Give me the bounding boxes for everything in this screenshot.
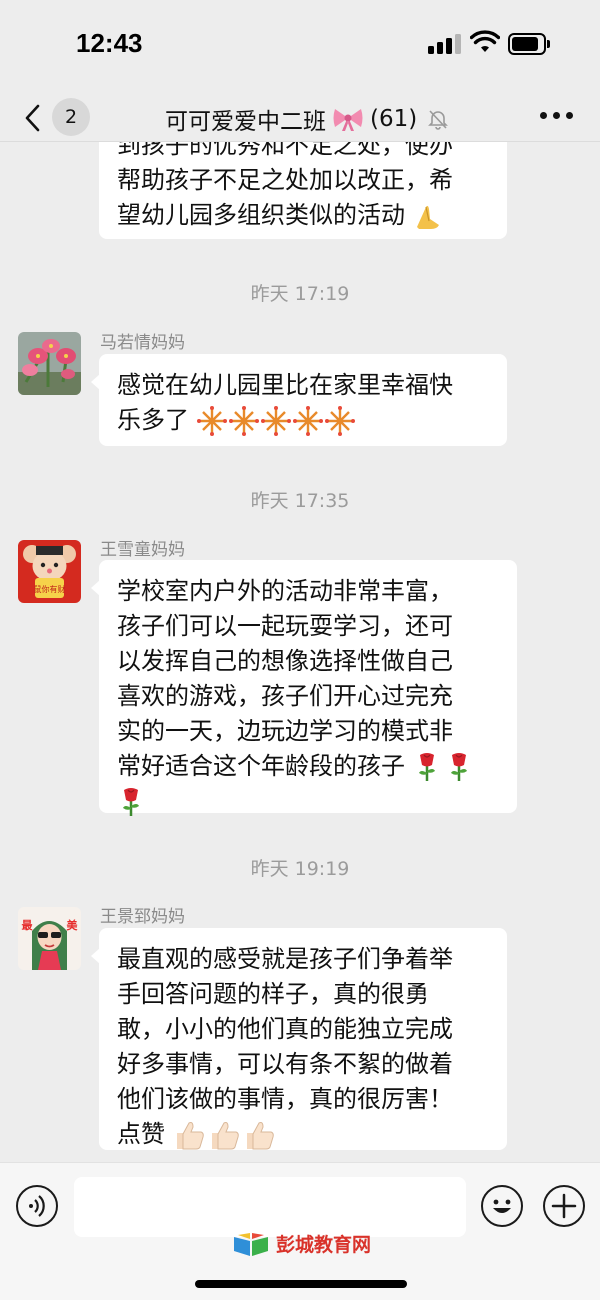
- sender-name: 马若情妈妈: [100, 333, 185, 353]
- chat-message-list[interactable]: 到孩子的优秀和不足之处，使办 帮助孩子不足之处加以改正，希 望幼儿园多组织类似的…: [0, 142, 600, 1162]
- message-line: 好多事情，可以有条不絮的做着: [117, 1050, 453, 1078]
- input-bar: 彭城教育网: [0, 1162, 600, 1300]
- flower-avatar-image: [18, 332, 81, 395]
- message-line: 点赞: [117, 1120, 165, 1148]
- avatar[interactable]: 最 美: [18, 907, 81, 970]
- unread-count-badge: 2: [52, 98, 90, 136]
- message-line: 乐多了: [117, 406, 189, 434]
- rose-emoji-icon: [413, 751, 477, 783]
- mouse-cartoon-avatar-image: 鼠你有财: [18, 540, 81, 603]
- more-options-button[interactable]: [540, 112, 574, 122]
- chat-header: 2 可可爱爱中二班 (61): [0, 92, 600, 142]
- status-time: 12:43: [76, 28, 143, 58]
- thumbs-up-emoji-icon: [173, 1120, 277, 1150]
- chat-title[interactable]: 可可爱爱中二班 (61): [165, 102, 449, 136]
- more-functions-button[interactable]: [543, 1185, 585, 1227]
- fireworks-emoji-icon: [196, 406, 357, 436]
- message-line: 以发挥自己的想像选择性做自己: [117, 647, 453, 675]
- message-line: 手回答问题的样子，真的很勇: [117, 980, 429, 1008]
- bow-emoji-icon: [333, 109, 363, 131]
- message-line: 实的一天，边玩边学习的模式非: [117, 717, 453, 745]
- cellular-signal-icon: [428, 34, 462, 54]
- message-line: 帮助孩子不足之处加以改正，希: [117, 166, 453, 194]
- message-bubble[interactable]: 感觉在幼儿园里比在家里幸福快 乐多了: [91, 354, 507, 446]
- book-logo-icon: [234, 1233, 268, 1256]
- message-line: 到孩子的优秀和不足之处，使办: [117, 142, 453, 159]
- sender-name: 王景郅妈妈: [100, 907, 185, 927]
- voice-wave-icon: [29, 1195, 45, 1217]
- watermark-text: 彭城教育网: [276, 1233, 372, 1256]
- back-button[interactable]: 2: [20, 98, 90, 136]
- timestamp: 昨天 17:35: [250, 490, 350, 512]
- avatar[interactable]: 鼠你有财: [18, 540, 81, 603]
- status-bar: 12:43: [0, 0, 600, 92]
- message-line: 感觉在幼儿园里比在家里幸福快: [117, 371, 453, 399]
- mute-bell-icon: [428, 110, 449, 130]
- message-bubble[interactable]: 到孩子的优秀和不足之处，使办 帮助孩子不足之处加以改正，希 望幼儿园多组织类似的…: [99, 142, 507, 239]
- battery-icon: [508, 33, 550, 55]
- member-count: (61): [370, 106, 418, 132]
- message-line: 喜欢的游戏，孩子们开心过完充: [117, 682, 453, 710]
- wifi-icon: [470, 30, 500, 52]
- timestamp: 昨天 19:19: [250, 858, 350, 880]
- chevron-left-icon: [25, 104, 40, 132]
- message-bubble[interactable]: 最直观的感受就是孩子们争着举 手回答问题的样子，真的很勇 敢，小小的他们真的能独…: [91, 928, 507, 1150]
- smiley-icon: [493, 1199, 511, 1213]
- message-line: 孩子们可以一起玩耍学习，还可: [117, 612, 453, 640]
- message-bubble[interactable]: 学校室内户外的活动非常丰富， 孩子们可以一起玩耍学习，还可 以发挥自己的想像选择…: [91, 560, 517, 818]
- emoji-button[interactable]: [481, 1185, 523, 1227]
- sender-name: 王雪童妈妈: [100, 540, 185, 560]
- message-line: 学校室内户外的活动非常丰富，: [117, 577, 453, 605]
- praying-hands-emoji-icon: [416, 205, 439, 229]
- message-line: 常好适合这个年龄段的孩子: [117, 752, 405, 780]
- timestamp: 昨天 17:19: [250, 283, 350, 305]
- message-line: 敢，小小的他们真的能独立完成: [117, 1015, 453, 1043]
- message-line: 望幼儿园多组织类似的活动: [117, 201, 405, 229]
- plus-icon: [551, 1193, 577, 1219]
- voice-input-button[interactable]: [16, 1185, 58, 1227]
- home-indicator[interactable]: [195, 1280, 407, 1288]
- rose-emoji-icon: [117, 784, 499, 818]
- avatar-caption: 鼠你有财: [34, 584, 66, 594]
- avatar[interactable]: [18, 332, 81, 395]
- avatar-caption-left: 最: [22, 919, 34, 932]
- cartoon-girl-avatar-image: 最 美: [18, 907, 81, 970]
- avatar-caption-right: 美: [67, 918, 79, 932]
- chat-title-text: 可可爱爱中二班: [165, 109, 326, 135]
- message-line: 他们该做的事情，真的很厉害！: [117, 1085, 453, 1113]
- message-line: 最直观的感受就是孩子们争着举: [117, 945, 453, 973]
- watermark: 彭城教育网: [232, 1225, 371, 1261]
